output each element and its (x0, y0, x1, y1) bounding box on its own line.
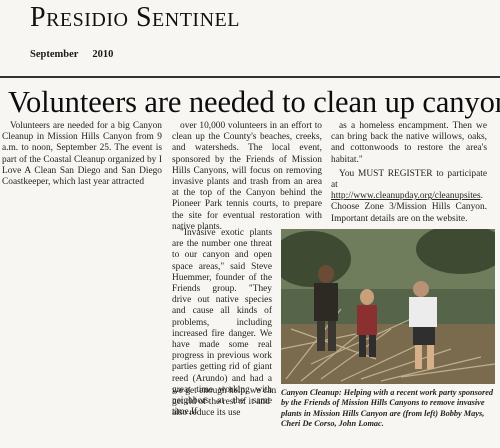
issue-month: September (30, 49, 79, 60)
article-quote-continued: we get enough help, we can get rid of th… (172, 386, 277, 419)
register-text: You MUST REGISTER to participate at (331, 168, 487, 191)
masthead: Presidio Sentinel (30, 2, 240, 33)
column-2-text: over 10,000 volunteers in an effort to c… (172, 121, 322, 232)
article-column-3: as a homeless encampment. Then we can br… (331, 121, 487, 225)
column-1-text: Volunteers are needed for a big Canyon C… (2, 121, 162, 188)
article-headline: Volunteers are needed to clean up canyon… (8, 85, 500, 119)
article-column-1: Volunteers are needed for a big Canyon C… (2, 121, 162, 188)
cleanup-sites-link[interactable]: http://www.cleanupday.org/cleanupsites (331, 191, 481, 201)
issue-year: 2010 (92, 49, 114, 60)
masthead-rule (0, 76, 500, 78)
cleanup-photo (281, 229, 495, 384)
photo-caption: Canyon Cleanup: Helping with a recent wo… (281, 388, 494, 428)
issue-dateline: September 2010 (30, 49, 113, 60)
column-3-paragraph-2: You MUST REGISTER to participate at http… (331, 169, 487, 225)
article-column-2: over 10,000 volunteers in an effort to c… (172, 121, 322, 233)
column-3-paragraph-1: as a homeless encampment. Then we can br… (331, 121, 487, 165)
